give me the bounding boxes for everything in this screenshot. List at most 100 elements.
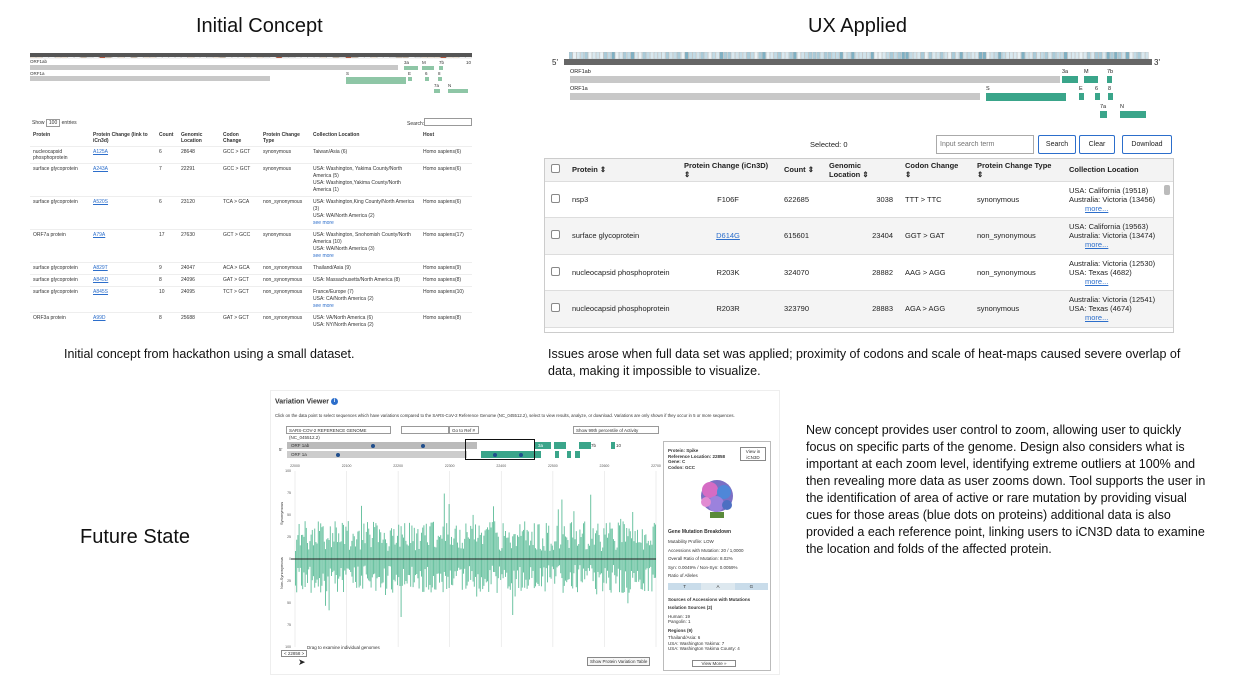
cell-protein-change-link[interactable]: A99D: [90, 312, 156, 327]
fv-cursor-value[interactable]: < 22858 >: [281, 650, 308, 657]
fv-percentile-select[interactable]: Show 99th percentile of Activity: [573, 426, 659, 434]
cell-protein-change[interactable]: R203K: [678, 254, 778, 291]
table-row[interactable]: ORF7a protein A79A 17 27630 GCT > GCC synonym…: [30, 229, 472, 263]
cell-protein-change[interactable]: D614G: [678, 217, 778, 255]
syn-activity-bar: [356, 539, 358, 559]
heatmap-cell: [963, 51, 967, 60]
ux-scrollbar[interactable]: [1164, 185, 1170, 195]
fv-ref-input[interactable]: [401, 426, 449, 434]
cell-protein: nucleocapsid phosphoprotein: [30, 146, 90, 164]
table-row[interactable]: surface glycoprotein A243A 7 22291 GCC > GCT…: [30, 163, 472, 197]
cell-protein-change[interactable]: R203R: [678, 290, 778, 328]
nonsyn-activity-bar: [640, 559, 642, 589]
nonsyn-activity-bar: [434, 559, 436, 590]
col-collection-location[interactable]: Collection Location: [1063, 159, 1173, 182]
fv-goto-button[interactable]: Go to Ref #: [449, 426, 479, 434]
col-count[interactable]: Count: [156, 130, 178, 147]
syn-activity-bar: [443, 493, 445, 559]
row-checkbox[interactable]: [551, 230, 560, 240]
cell-checkbox[interactable]: [545, 181, 566, 218]
nonsyn-activity-bar: [305, 559, 307, 575]
fv-mutation-dot[interactable]: [519, 453, 523, 457]
table-row[interactable]: nucleocapsid phosphoprotein R203K 324070 28…: [545, 254, 1173, 291]
ux-search-input[interactable]: [936, 135, 1034, 154]
entries-label: entries: [61, 120, 77, 126]
fv-show-table-button[interactable]: Show Protein Variation Table: [587, 657, 651, 666]
fv-region-3[interactable]: USA: Washington Yakima County: 4: [668, 646, 740, 652]
cell-protein-change-link[interactable]: A829T: [90, 262, 156, 275]
cell-protein-change-link[interactable]: A845D: [90, 274, 156, 287]
cell-checkbox[interactable]: [545, 290, 566, 328]
col-collection-location[interactable]: Collection Location: [310, 130, 420, 147]
nonsyn-activity-bar: [599, 559, 601, 575]
syn-activity-bar: [544, 550, 546, 559]
cell-checkbox[interactable]: [545, 254, 566, 291]
fv-mutation-dot[interactable]: [371, 444, 375, 448]
entries-select[interactable]: 100: [45, 119, 61, 127]
fv-mutation-dot[interactable]: [493, 453, 497, 457]
ux-track-6: [1095, 93, 1100, 100]
cell-protein-change-link[interactable]: A79A: [90, 229, 156, 263]
col-codon-change[interactable]: Codon Change: [220, 130, 260, 147]
fv-reference-select[interactable]: SARS-COV-2 REFERENCE GENOME (NC_045512.2…: [286, 426, 391, 440]
table-row[interactable]: surface glycoprotein D614G 615601 23404 GGT …: [545, 217, 1173, 255]
fv-source-pangolin[interactable]: Pangolin: 1: [668, 619, 740, 625]
col-genomic-location[interactable]: Genomic Location ⇕: [823, 159, 899, 182]
col-protein-change-type[interactable]: Protein Change Type: [260, 130, 310, 147]
ux-search-button[interactable]: Search: [1038, 135, 1076, 154]
syn-activity-bar: [369, 534, 371, 559]
heatmap-cell: [580, 51, 585, 60]
fv-activity-chart[interactable]: 22000 22100 22200 22300 22400 22500 22600 22700…: [279, 461, 661, 671]
fv-view-more-button[interactable]: View More »: [692, 660, 736, 667]
col-protein[interactable]: Protein: [30, 130, 90, 147]
cell-protein-change-link[interactable]: A243A: [90, 163, 156, 197]
cell-checkbox[interactable]: [545, 217, 566, 255]
fv-mutation-dot[interactable]: [336, 453, 340, 457]
col-genomic-location[interactable]: Genomic Location: [178, 130, 220, 147]
row-checkbox[interactable]: [551, 193, 560, 203]
fv-zoom-window[interactable]: [465, 439, 535, 460]
ux-download-button[interactable]: Download: [1122, 135, 1172, 154]
nonsyn-activity-bar: [375, 559, 377, 591]
row-checkbox[interactable]: [551, 266, 560, 276]
fv-view-icn3d-button[interactable]: View in iCN3D: [740, 447, 766, 461]
cell-protein-change-link[interactable]: A125A: [90, 146, 156, 164]
nonsyn-activity-bar: [527, 559, 529, 586]
cell-protein-change[interactable]: F106F: [678, 181, 778, 218]
nonsyn-activity-bar: [473, 559, 475, 587]
col-codon-change[interactable]: Codon Change ⇕: [899, 159, 971, 182]
nonsyn-activity-bar: [506, 559, 508, 573]
col-protein[interactable]: Protein ⇕: [566, 159, 678, 182]
col-protein-change-type[interactable]: Protein Change Type ⇕: [971, 159, 1063, 182]
syn-activity-bar: [555, 541, 557, 559]
fv-mutation-dot[interactable]: [421, 444, 425, 448]
table-row[interactable]: nucleocapsid phosphoprotein R203R 323790 28…: [545, 290, 1173, 328]
col-host[interactable]: Host: [420, 130, 472, 147]
syn-activity-bar: [584, 521, 586, 559]
ux-clear-button[interactable]: Clear: [1079, 135, 1115, 154]
nonsyn-activity-bar: [471, 559, 473, 572]
table-row[interactable]: surface glycoprotein A520S 6 23120 TCA > GCA…: [30, 196, 472, 230]
row-checkbox[interactable]: [551, 303, 560, 313]
syn-activity-bar: [451, 536, 452, 559]
table-row[interactable]: surface glycoprotein A845S 10 24095 TCT > GC…: [30, 286, 472, 313]
syn-activity-bar: [511, 548, 512, 559]
table-row[interactable]: ORF3a protein A99D 8 25688 GAT > GCT non_syno…: [30, 312, 472, 327]
table-row[interactable]: surface glycoprotein A829T 9 24047 ACA > GCA…: [30, 262, 472, 275]
select-all-checkbox[interactable]: [551, 164, 560, 174]
nonsyn-activity-bar: [578, 559, 580, 570]
table-row[interactable]: surface glycoprotein A845D 8 24096 GAT > GCT…: [30, 274, 472, 287]
info-icon[interactable]: i: [330, 398, 338, 405]
cell-protein-change-link[interactable]: A845S: [90, 286, 156, 313]
cell-protein-change-link[interactable]: A520S: [90, 196, 156, 230]
col-protein-change[interactable]: Protein Change (iCn3D) ⇕: [678, 159, 778, 182]
nonsyn-activity-bar: [607, 559, 608, 571]
col-count[interactable]: Count ⇕: [778, 159, 823, 182]
col-protein-change[interactable]: Protein Change (link to iCn3d): [90, 130, 156, 147]
syn-activity-bar: [397, 535, 398, 559]
table-row[interactable]: nucleocapsid phosphoprotein A125A 6 28648 GC…: [30, 146, 472, 164]
syn-activity-bar: [412, 541, 414, 559]
initial-search-input[interactable]: [424, 118, 472, 126]
syn-activity-bar: [464, 538, 466, 559]
table-row[interactable]: nsp3 F106F 622685 3038 TTT > TTC synonymous US…: [545, 181, 1173, 218]
